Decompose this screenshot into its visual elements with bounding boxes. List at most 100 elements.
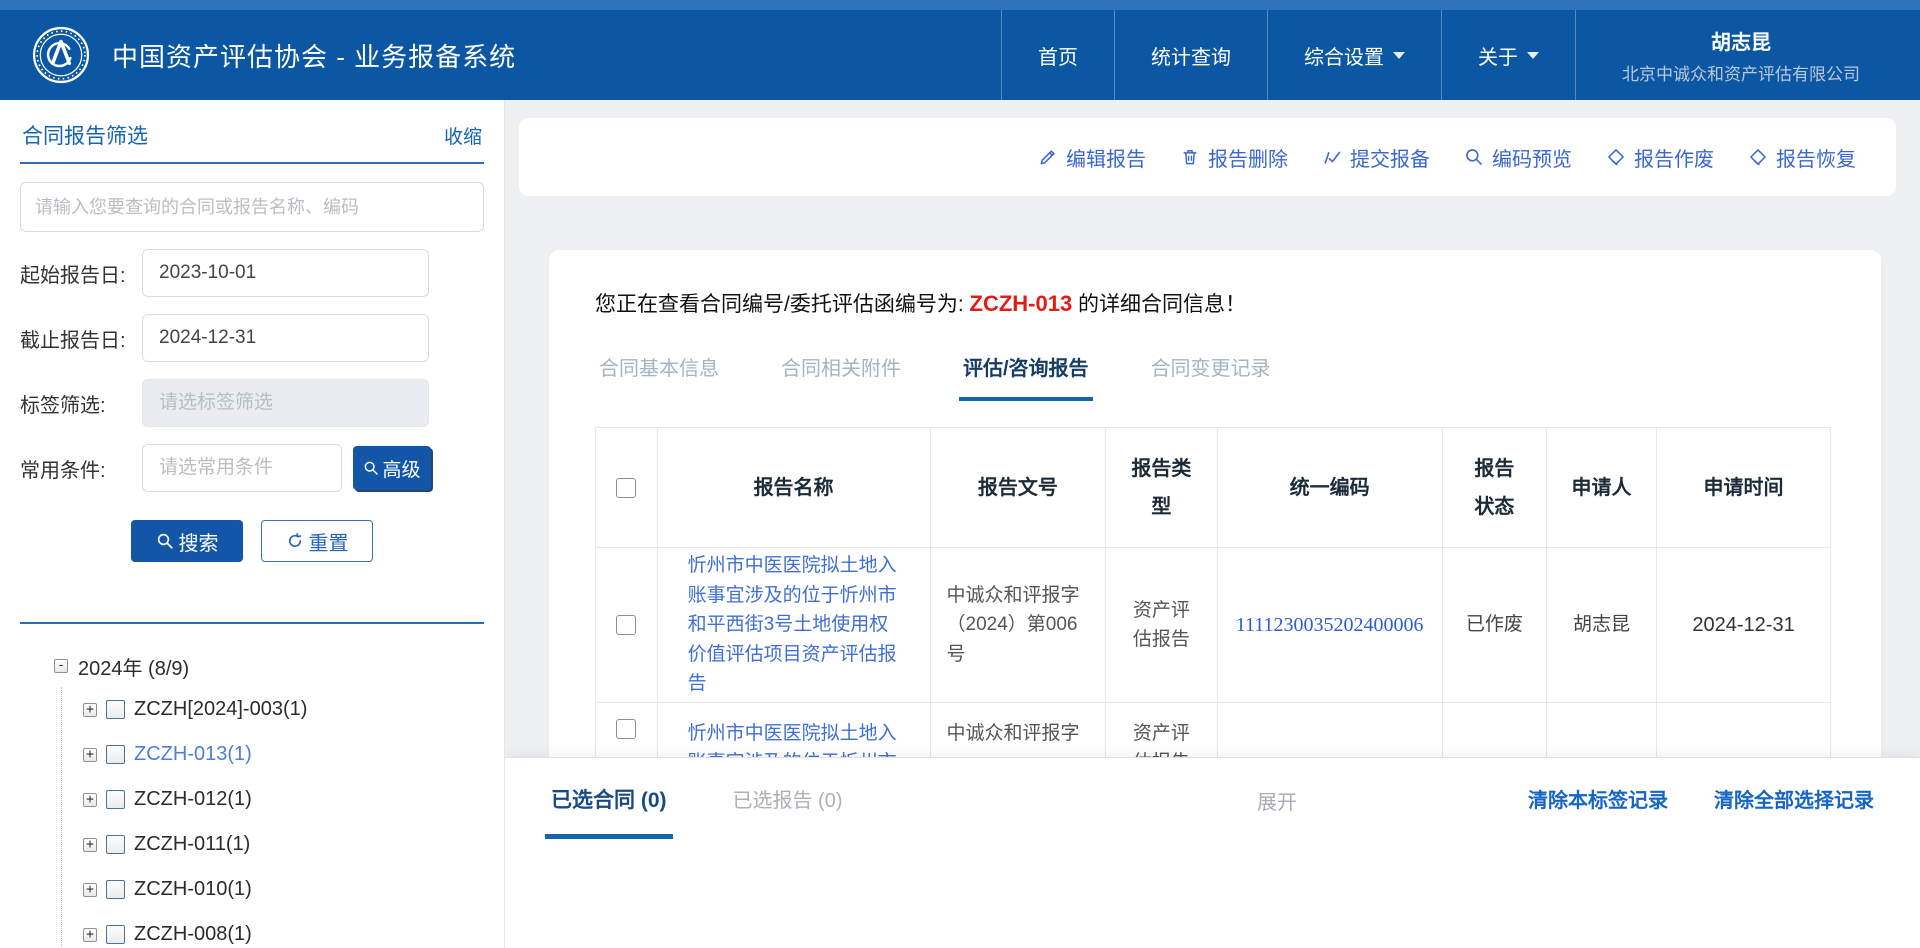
tree-item-zczh-008[interactable]: + ZCZH-008(1)	[83, 912, 484, 948]
restore-report-action[interactable]: 报告恢复	[1748, 143, 1856, 172]
table-row: 忻州市中医医院拟土地入账事宜涉及的位于忻州市和平西街3号土地使用权价值评估项目资…	[596, 548, 1831, 703]
col-report-status: 报告 状态	[1442, 428, 1546, 548]
tree-checkbox[interactable]	[106, 880, 125, 899]
search-button[interactable]: 搜索	[131, 520, 243, 562]
contract-tree: - 2024年 (8/9) + ZCZH[2024]-003(1) + ZCZH…	[20, 650, 484, 948]
clear-all-records-link[interactable]: 清除全部选择记录	[1714, 784, 1874, 813]
reset-button[interactable]: 重置	[261, 520, 373, 562]
submit-report-action[interactable]: 提交报备	[1322, 143, 1430, 172]
edit-report-action[interactable]: 编辑报告	[1038, 143, 1146, 172]
user-info[interactable]: 胡志昆 北京中诚众和资产评估有限公司	[1575, 10, 1920, 100]
tree-checkbox[interactable]	[106, 790, 125, 809]
contract-info-prefix: 您正在查看合同编号/委托评估函编号为:	[595, 293, 970, 316]
clear-tab-records-link[interactable]: 清除本标签记录	[1528, 784, 1668, 813]
submit-report-label: 提交报备	[1350, 143, 1430, 172]
trash-icon	[1180, 147, 1200, 167]
expand-plus-icon[interactable]: +	[83, 748, 97, 762]
tree-checkbox[interactable]	[106, 925, 125, 944]
advanced-button[interactable]: 高级	[353, 446, 431, 490]
tree-item-label: ZCZH[2024]-003(1)	[134, 698, 307, 721]
magnifier-icon	[156, 532, 174, 550]
void-report-label: 报告作废	[1634, 143, 1714, 172]
nav-item-about-label: 关于	[1478, 41, 1518, 70]
expand-plus-icon[interactable]: +	[83, 793, 97, 807]
tree-item-zczh-011[interactable]: + ZCZH-011(1)	[83, 822, 484, 867]
expand-plus-icon[interactable]: +	[83, 928, 97, 942]
common-condition-input[interactable]	[142, 444, 342, 492]
col-report-doc-no: 报告文号	[930, 428, 1106, 548]
tree-root-label[interactable]: 2024年 (8/9)	[78, 652, 189, 681]
filter-title: 合同报告筛选	[22, 120, 148, 150]
tab-contract-change-records[interactable]: 合同变更记录	[1147, 352, 1275, 401]
sidebar-divider	[20, 622, 484, 624]
tree-item-zczh-2024-003[interactable]: + ZCZH[2024]-003(1)	[83, 687, 484, 732]
submit-check-icon	[1322, 147, 1342, 167]
tree-checkbox[interactable]	[106, 700, 125, 719]
clear-links: 清除本标签记录 清除全部选择记录	[1528, 784, 1874, 813]
tab-contract-basic-info[interactable]: 合同基本信息	[595, 352, 723, 401]
tree-item-label: ZCZH-013(1)	[134, 743, 252, 766]
nav-item-statistics-query-label: 统计查询	[1151, 41, 1231, 70]
expand-plus-icon[interactable]: +	[83, 883, 97, 897]
magnifier-icon	[363, 460, 379, 476]
tab-contract-attachments[interactable]: 合同相关附件	[777, 352, 905, 401]
contract-report-search-input[interactable]	[20, 182, 484, 232]
chevron-down-icon	[1393, 52, 1405, 59]
search-button-label: 搜索	[179, 527, 219, 556]
tree-item-zczh-010[interactable]: + ZCZH-010(1)	[83, 867, 484, 912]
collapse-minus-icon[interactable]: -	[54, 659, 68, 673]
code-preview-action[interactable]: 编码预览	[1464, 143, 1572, 172]
header-checkbox-cell	[596, 428, 658, 548]
void-eraser-icon	[1606, 147, 1626, 167]
col-report-name: 报告名称	[657, 428, 930, 548]
selected-contracts-tab[interactable]: 已选合同 (0)	[545, 784, 673, 839]
advanced-button-label: 高级	[382, 455, 420, 482]
end-date-input[interactable]	[142, 314, 429, 362]
tree-checkbox[interactable]	[106, 835, 125, 854]
app-logo-icon[interactable]	[32, 26, 90, 84]
tag-filter-row: 标签筛选:	[20, 379, 484, 427]
end-date-row: 截止报告日:	[20, 314, 484, 362]
app-header: 中国资产评估协会 - 业务报备系统 首页 统计查询 综合设置 关于 胡志昆 北京…	[0, 0, 1920, 100]
expand-plus-icon[interactable]: +	[83, 703, 97, 717]
col-applicant: 申请人	[1546, 428, 1656, 548]
unified-code-link[interactable]: 1111230035202400006	[1236, 614, 1424, 636]
collapse-link[interactable]: 收缩	[444, 122, 482, 149]
tree-checkbox[interactable]	[106, 745, 125, 764]
nav-item-general-settings[interactable]: 综合设置	[1267, 10, 1441, 100]
restore-report-label: 报告恢复	[1776, 143, 1856, 172]
tree-item-zczh-012[interactable]: + ZCZH-012(1)	[83, 777, 484, 822]
contract-info-suffix: 的详细合同信息！	[1072, 293, 1246, 316]
row-checkbox-cell	[596, 548, 658, 703]
filter-sidebar-header: 合同报告筛选 收缩	[20, 120, 484, 150]
nav-item-home[interactable]: 首页	[1001, 10, 1114, 100]
tag-filter-input[interactable]	[142, 379, 429, 427]
selection-bar: 已选合同 (0) 已选报告 (0) 展开 清除本标签记录 清除全部选择记录	[505, 757, 1920, 948]
start-date-input[interactable]	[142, 249, 429, 297]
apply-time-cell: 2024-12-31	[1657, 548, 1831, 703]
delete-report-action[interactable]: 报告删除	[1180, 143, 1288, 172]
col-report-type: 报告类 型	[1106, 428, 1217, 548]
start-date-label: 起始报告日:	[20, 259, 142, 288]
tree-item-label: ZCZH-008(1)	[134, 923, 252, 946]
code-preview-label: 编码预览	[1492, 143, 1572, 172]
tree-root-row: - 2024年 (8/9)	[54, 650, 484, 682]
tab-appraisal-reports[interactable]: 评估/咨询报告	[959, 352, 1093, 401]
sidebar-buttons-row: 搜索 重置	[20, 520, 484, 562]
expand-plus-icon[interactable]: +	[83, 838, 97, 852]
applicant-cell: 胡志昆	[1546, 548, 1656, 703]
select-all-checkbox[interactable]	[616, 478, 636, 498]
expand-link[interactable]: 展开	[1257, 786, 1297, 815]
common-condition-label: 常用条件:	[20, 454, 142, 483]
magnifier-icon	[1464, 147, 1484, 167]
row-checkbox[interactable]	[616, 719, 636, 739]
nav-item-about[interactable]: 关于	[1441, 10, 1575, 100]
row-checkbox[interactable]	[616, 615, 636, 635]
report-name-link[interactable]: 忻州市中医医院拟土地入账事宜涉及的位于忻州市和平西街3号土地使用权价值评估项目资…	[688, 555, 897, 694]
user-company: 北京中诚众和资产评估有限公司	[1622, 60, 1860, 85]
void-report-action[interactable]: 报告作废	[1606, 143, 1714, 172]
nav-item-statistics-query[interactable]: 统计查询	[1114, 10, 1267, 100]
selected-reports-tab[interactable]: 已选报告 (0)	[727, 784, 849, 838]
tree-item-zczh-013[interactable]: + ZCZH-013(1)	[83, 732, 484, 777]
nav-item-general-settings-label: 综合设置	[1304, 41, 1384, 70]
